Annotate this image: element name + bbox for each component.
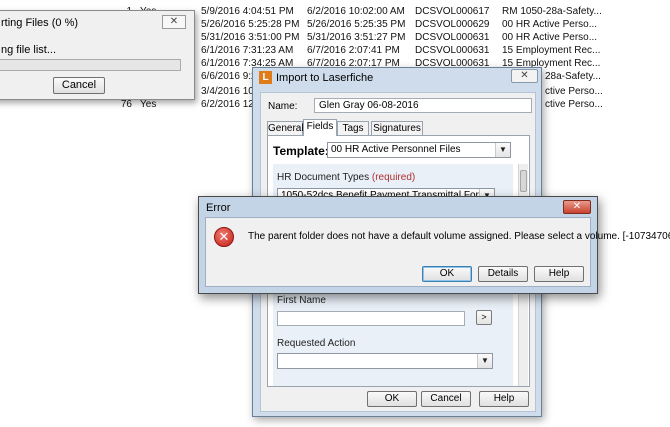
template-label: Template:: [273, 144, 329, 158]
row-created: 5/31/2016 3:51:00 PM: [201, 32, 300, 43]
row-volume: DCSVOL000617: [415, 6, 490, 17]
template-value: 00 HR Active Personnel Files: [331, 144, 461, 155]
cancel-button[interactable]: Cancel: [421, 391, 471, 407]
row-modified: 6/2/2016 10:02:00 AM: [307, 6, 405, 17]
close-icon[interactable]: ✕: [162, 15, 186, 29]
row-doc: 15 Employment Rec...: [502, 45, 601, 56]
error-dialog: Error ✕ ✕ The parent folder does not hav…: [198, 196, 670, 294]
first-name-input[interactable]: [277, 311, 465, 326]
laserfiche-logo-icon: L: [259, 71, 272, 84]
ok-button[interactable]: OK: [367, 391, 417, 407]
row-doc: 00 HR Active Perso...: [502, 19, 598, 30]
row-volume: DCSVOL000629: [415, 19, 490, 30]
export-progress-dialog: rting Files (0 %) ✕ ng file list... Canc…: [0, 10, 195, 100]
tab-fields[interactable]: Fields: [303, 119, 337, 136]
import-window-titlebar[interactable]: L Import to Laserfiche ✕: [253, 68, 541, 88]
chevron-down-icon[interactable]: ▼: [495, 143, 510, 157]
close-icon[interactable]: ✕: [511, 69, 538, 83]
ok-button[interactable]: OK: [422, 266, 472, 282]
close-icon[interactable]: ✕: [563, 200, 591, 214]
row-modified: 5/26/2016 5:25:35 PM: [307, 19, 406, 30]
chevron-down-icon[interactable]: ▼: [477, 354, 492, 368]
doc-types-label-text: HR Document Types: [277, 172, 370, 183]
required-indicator: (required): [371, 172, 416, 183]
error-message: The parent folder does not have a defaul…: [248, 231, 670, 242]
row-created: 5/9/2016 4:04:51 PM: [201, 6, 294, 17]
scrollbar-thumb[interactable]: [520, 170, 527, 192]
requested-action-label: Requested Action: [277, 338, 356, 349]
tab-tags[interactable]: Tags: [337, 121, 369, 135]
help-button[interactable]: Help: [534, 266, 584, 282]
row-volume: DCSVOL000631: [415, 45, 490, 56]
help-button[interactable]: Help: [479, 391, 529, 407]
name-input[interactable]: Glen Gray 06-08-2016: [314, 98, 532, 113]
doc-types-label: HR Document Types (required): [277, 172, 415, 183]
cancel-button[interactable]: Cancel: [53, 77, 105, 94]
progress-message: ng file list...: [1, 44, 57, 56]
import-window-title: Import to Laserfiche: [276, 72, 374, 84]
row-doc: 00 HR Active Perso...: [502, 32, 598, 43]
row-doc: ctive Perso...: [545, 99, 603, 110]
name-label: Name:: [268, 101, 298, 112]
row-modified: 6/7/2016 2:07:41 PM: [307, 45, 400, 56]
error-dialog-title: Error: [206, 202, 231, 214]
template-select[interactable]: 00 HR Active Personnel Files ▼: [327, 142, 511, 158]
row-doc: RM 1050-28a-Safety...: [502, 6, 602, 17]
row-doc: 28a-Safety...: [545, 71, 601, 82]
progress-bar: [0, 59, 181, 71]
error-icon: ✕: [214, 227, 234, 247]
row-volume: DCSVOL000631: [415, 32, 490, 43]
row-doc: ctive Perso...: [545, 86, 603, 97]
details-button[interactable]: Details: [478, 266, 528, 282]
error-dialog-body: ✕ The parent folder does not have a defa…: [205, 217, 670, 287]
template-row: Template: 00 HR Active Personnel Files ▼: [273, 141, 525, 161]
first-name-label: First Name: [277, 295, 326, 306]
row-created: 5/26/2016 5:25:28 PM: [201, 19, 300, 30]
progress-dialog-title: rting Files (0 %): [1, 17, 79, 29]
row-created: 6/1/2016 7:31:23 AM: [201, 45, 294, 56]
tab-signatures[interactable]: Signatures: [371, 121, 423, 135]
first-name-lookup-button[interactable]: >: [476, 310, 492, 325]
requested-action-select[interactable]: ▼: [277, 353, 493, 369]
row-modified: 5/31/2016 3:51:27 PM: [307, 32, 406, 43]
tab-general[interactable]: General: [267, 121, 304, 135]
